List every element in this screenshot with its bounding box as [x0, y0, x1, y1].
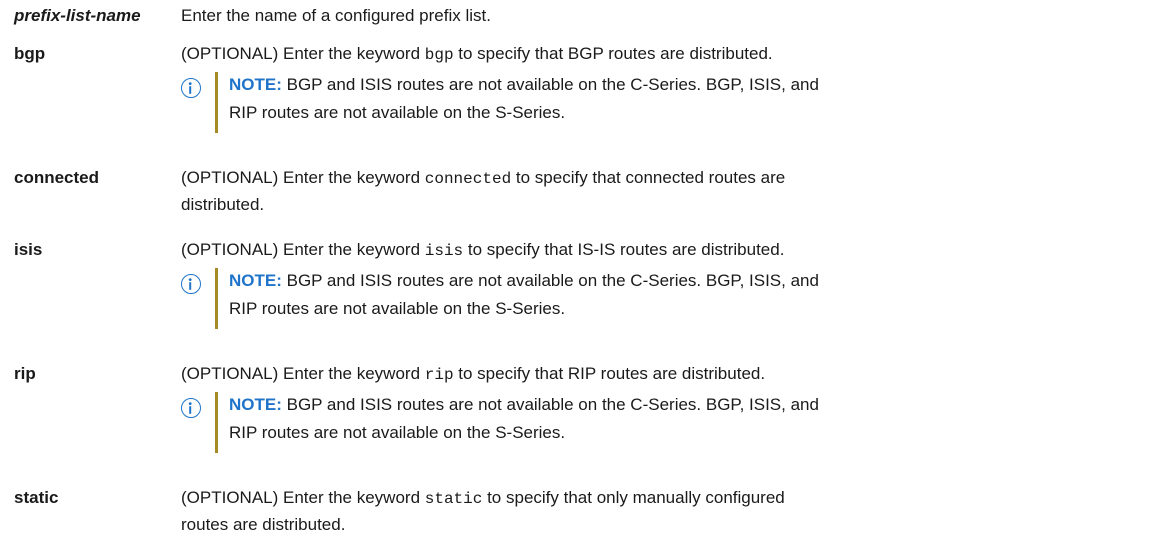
note-text: BGP and ISIS routes are not available on…: [281, 271, 819, 290]
parameter-description: (OPTIONAL) Enter the keyword connected t…: [181, 165, 1141, 217]
description-text: to specify that IS-IS routes are distrib…: [463, 240, 785, 259]
note-line: NOTE: BGP and ISIS routes are not availa…: [229, 267, 1141, 295]
note-label: NOTE:: [229, 395, 282, 414]
parameter-row-connected: connected (OPTIONAL) Enter the keyword c…: [0, 161, 1151, 233]
info-icon: [181, 78, 201, 98]
description-text: to specify that only manually configured: [482, 488, 785, 507]
note-text: BGP and ISIS routes are not available on…: [281, 75, 819, 94]
note-line: RIP routes are not available on the S-Se…: [229, 423, 566, 442]
description-text: (OPTIONAL) Enter the keyword: [181, 488, 425, 507]
note-bar: [215, 268, 218, 329]
info-icon: [181, 398, 201, 418]
parameter-description: Enter the name of a configured prefix li…: [181, 3, 1141, 28]
parameter-row-rip: rip (OPTIONAL) Enter the keyword rip to …: [0, 357, 1151, 481]
description-text: (OPTIONAL) Enter the keyword: [181, 44, 425, 63]
note-text: BGP and ISIS routes are not available on…: [281, 395, 819, 414]
description-text: (OPTIONAL) Enter the keyword: [181, 364, 425, 383]
parameter-description: (OPTIONAL) Enter the keyword bgp to spec…: [181, 41, 1141, 133]
note-line: NOTE: BGP and ISIS routes are not availa…: [229, 391, 1141, 419]
note-bar: [215, 392, 218, 453]
note-line: RIP routes are not available on the S-Se…: [229, 299, 566, 318]
description-text: to specify that connected routes are: [511, 168, 786, 187]
description-line: (OPTIONAL) Enter the keyword static to s…: [181, 485, 1141, 512]
parameter-term: bgp: [14, 44, 46, 63]
note-bar: [215, 72, 218, 133]
parameter-term: isis: [14, 240, 43, 259]
description-text: to specify that RIP routes are distribut…: [453, 364, 766, 383]
description-line: (OPTIONAL) Enter the keyword rip to spec…: [181, 361, 1141, 388]
keyword-code: connected: [424, 170, 512, 188]
note-label: NOTE:: [229, 75, 282, 94]
keyword-code: rip: [424, 366, 454, 384]
parameter-row-isis: isis (OPTIONAL) Enter the keyword isis t…: [0, 233, 1151, 357]
parameter-term: rip: [14, 364, 36, 383]
description-text: (OPTIONAL) Enter the keyword: [181, 240, 425, 259]
parameter-table: prefix-list-name Enter the name of a con…: [0, 0, 1151, 540]
note-line: NOTE: BGP and ISIS routes are not availa…: [229, 71, 1141, 99]
parameter-term: connected: [14, 168, 100, 187]
parameter-row-static: static (OPTIONAL) Enter the keyword stat…: [0, 481, 1151, 540]
note-block: NOTE: BGP and ISIS routes are not availa…: [181, 391, 1141, 453]
keyword-code: isis: [424, 242, 464, 260]
parameter-row-bgp: bgp (OPTIONAL) Enter the keyword bgp to …: [0, 37, 1151, 161]
parameter-description: (OPTIONAL) Enter the keyword isis to spe…: [181, 237, 1141, 329]
note-block: NOTE: BGP and ISIS routes are not availa…: [181, 71, 1141, 133]
description-line: distributed.: [181, 195, 265, 214]
description-line: (OPTIONAL) Enter the keyword bgp to spec…: [181, 41, 1141, 68]
parameter-term: static: [14, 488, 59, 507]
parameter-description: (OPTIONAL) Enter the keyword static to s…: [181, 485, 1141, 537]
description-line: (OPTIONAL) Enter the keyword isis to spe…: [181, 237, 1141, 264]
description-line: (OPTIONAL) Enter the keyword connected t…: [181, 165, 1141, 192]
description-text: Enter the name of a configured prefix li…: [181, 6, 491, 25]
note-line: RIP routes are not available on the S-Se…: [229, 103, 566, 122]
note-block: NOTE: BGP and ISIS routes are not availa…: [181, 267, 1141, 329]
description-text: to specify that BGP routes are distribut…: [453, 44, 773, 63]
parameter-description: (OPTIONAL) Enter the keyword rip to spec…: [181, 361, 1141, 453]
parameter-term: prefix-list-name: [14, 6, 141, 25]
description-text: (OPTIONAL) Enter the keyword: [181, 168, 425, 187]
description-line: routes are distributed.: [181, 515, 346, 534]
info-icon: [181, 274, 201, 294]
keyword-code: bgp: [424, 46, 454, 64]
keyword-code: static: [424, 490, 483, 508]
note-label: NOTE:: [229, 271, 282, 290]
parameter-row-prefix-list-name: prefix-list-name Enter the name of a con…: [0, 0, 1151, 37]
